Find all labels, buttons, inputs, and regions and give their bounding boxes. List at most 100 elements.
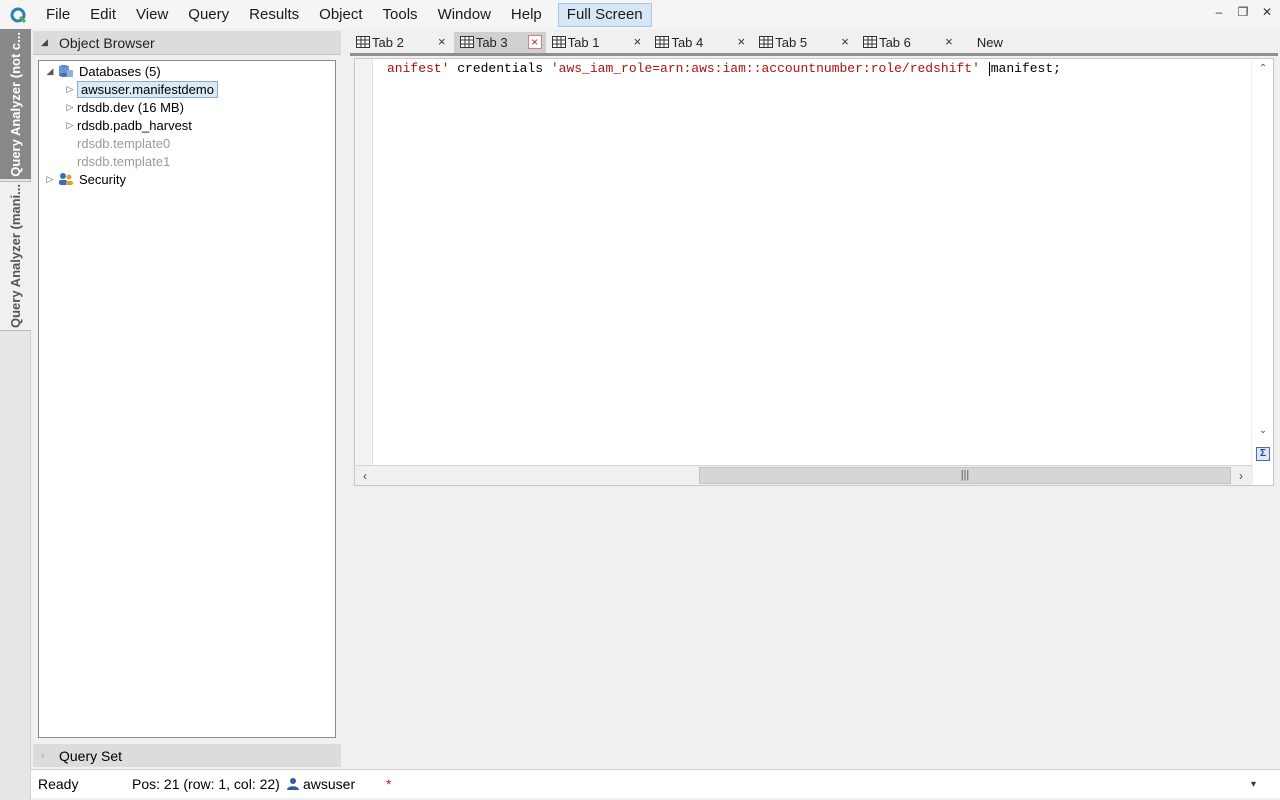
tab-4[interactable]: Tab 4 × xyxy=(649,32,753,53)
collapse-icon[interactable]: ◢ xyxy=(41,37,59,48)
table-icon xyxy=(551,36,566,48)
tab-label: Tab 1 xyxy=(567,34,600,50)
menu-file[interactable]: File xyxy=(36,3,80,27)
tree-node-databases[interactable]: ◢ Databases (5) xyxy=(43,62,161,80)
scroll-left-icon[interactable]: ‹ xyxy=(355,467,375,485)
tree-node-rdsdb-template0[interactable]: rdsdb.template0 xyxy=(77,134,170,152)
menu-bar: File Edit View Query Results Object Tool… xyxy=(0,0,1280,29)
horizontal-scrollbar[interactable]: ‹ ||| › xyxy=(355,465,1253,485)
scroll-up-icon[interactable]: ⌃ xyxy=(1256,63,1270,77)
status-bar: Ready Pos: 21 (row: 1, col: 22) awsuser … xyxy=(31,769,1280,798)
collapsed-arrow-icon[interactable]: ▷ xyxy=(63,120,77,131)
tab-label: Tab 6 xyxy=(879,34,911,50)
side-tab-label: Query Analyzer (not c... xyxy=(8,31,23,177)
tab-close-icon[interactable]: × xyxy=(733,34,749,50)
tree-node-rdsdb-template1[interactable]: rdsdb.template1 xyxy=(77,152,170,170)
tree-label: Security xyxy=(79,171,126,187)
collapsed-arrow-icon[interactable]: ▷ xyxy=(63,84,77,95)
collapsed-arrow-icon[interactable]: ▷ xyxy=(43,174,57,185)
side-tab-label: Query Analyzer (mani... xyxy=(8,183,23,328)
expanded-arrow-icon[interactable]: ◢ xyxy=(43,66,57,77)
code-keyword: credentials xyxy=(449,61,551,76)
menu-view[interactable]: View xyxy=(126,3,178,27)
sql-editor[interactable]: anifest' credentials 'aws_iam_role=arn:a… xyxy=(354,58,1274,486)
table-icon xyxy=(459,36,474,48)
table-icon xyxy=(356,36,370,48)
tab-2[interactable]: Tab 2 × xyxy=(350,32,454,53)
object-browser-tree: ◢ Databases (5) ▷ awsuser.manifestdemo ▷… xyxy=(38,60,336,738)
editor-gutter xyxy=(355,59,373,465)
vertical-scrollbar[interactable]: ⌃ ⌄ xyxy=(1251,59,1273,465)
tab-1[interactable]: Tab 1 × xyxy=(546,32,650,53)
side-tab-query-analyzer-2[interactable]: Query Analyzer (mani... xyxy=(0,181,31,331)
users-icon xyxy=(57,171,75,187)
collapsed-arrow-icon[interactable]: ▷ xyxy=(63,102,77,113)
side-tab-strip: Query Analyzer (not c... Query Analyzer … xyxy=(0,29,31,800)
tab-label: Tab 3 xyxy=(475,34,508,50)
tree-label: rdsdb.template0 xyxy=(77,135,171,151)
scroll-right-icon[interactable]: › xyxy=(1231,467,1251,485)
minimize-icon[interactable]: – xyxy=(1212,5,1226,19)
new-tab-button[interactable]: New xyxy=(961,32,1037,53)
code-line[interactable]: anifest' credentials 'aws_iam_role=arn:a… xyxy=(387,60,1061,78)
tab-close-icon[interactable]: × xyxy=(434,34,450,50)
user-icon xyxy=(287,778,299,790)
app-logo-icon xyxy=(0,0,36,29)
tab-close-icon[interactable]: × xyxy=(527,35,542,49)
menu-edit[interactable]: Edit xyxy=(80,3,126,27)
tree-label: rdsdb.padb_harvest xyxy=(77,117,192,133)
object-browser-title: Object Browser xyxy=(59,34,155,51)
tab-3[interactable]: Tab 3 × xyxy=(453,31,546,53)
status-username: awsuser xyxy=(303,776,356,792)
scroll-thumb[interactable]: ||| xyxy=(699,467,1231,484)
status-ready: Ready xyxy=(38,776,79,792)
status-user: awsuser xyxy=(286,776,386,792)
tree-label: Databases (5) xyxy=(79,63,161,79)
menu-help[interactable]: Help xyxy=(501,3,552,27)
tab-underline xyxy=(350,53,1278,56)
restore-icon[interactable]: ❐ xyxy=(1236,5,1250,19)
object-browser-header[interactable]: ◢ Object Browser xyxy=(33,31,341,55)
tree-label: rdsdb.template1 xyxy=(77,153,171,169)
database-icon xyxy=(57,63,75,79)
tab-close-icon[interactable]: × xyxy=(837,34,853,50)
side-tab-query-analyzer-1[interactable]: Query Analyzer (not c... xyxy=(0,29,31,179)
status-dropdown-icon[interactable]: ▾ xyxy=(1251,779,1256,790)
tab-label: Tab 4 xyxy=(671,34,704,50)
menu-results[interactable]: Results xyxy=(239,3,309,27)
tab-6[interactable]: Tab 6 × xyxy=(857,32,961,53)
tab-close-icon[interactable]: × xyxy=(629,34,645,50)
scroll-down-icon[interactable]: ⌄ xyxy=(1256,425,1270,439)
menu-object[interactable]: Object xyxy=(309,3,372,27)
code-string: 'aws_iam_role=arn:aws:iam::accountnumber… xyxy=(550,61,980,76)
code-keyword: manifest; xyxy=(990,61,1061,76)
query-set-title: Query Set xyxy=(59,747,123,764)
window-controls: – ❐ ✕ xyxy=(1212,5,1274,19)
tree-node-security[interactable]: ▷ Security xyxy=(43,170,126,188)
tree-label: rdsdb.dev (16 MB) xyxy=(77,99,184,115)
query-set-header[interactable]: › Query Set xyxy=(33,744,341,767)
text-caret xyxy=(988,61,990,76)
summary-icon[interactable]: Σ xyxy=(1256,447,1270,461)
table-icon xyxy=(655,36,670,48)
status-position: Pos: 21 (row: 1, col: 22) xyxy=(132,776,280,792)
tab-5[interactable]: Tab 5 × xyxy=(753,32,857,53)
tab-label: Tab 2 xyxy=(372,34,404,50)
tree-node-awsuser-manifestdemo[interactable]: ▷ awsuser.manifestdemo xyxy=(63,80,218,98)
menu-window[interactable]: Window xyxy=(428,3,501,27)
table-icon xyxy=(863,36,878,48)
table-icon xyxy=(759,36,774,48)
tree-node-rdsdb-dev[interactable]: ▷ rdsdb.dev (16 MB) xyxy=(63,98,184,116)
tab-label: Tab 5 xyxy=(775,34,808,50)
menu-tools[interactable]: Tools xyxy=(373,3,428,27)
tab-close-icon[interactable]: × xyxy=(941,34,957,50)
tree-label: awsuser.manifestdemo xyxy=(77,80,218,98)
modified-indicator: * xyxy=(386,776,392,792)
menu-query[interactable]: Query xyxy=(178,3,239,27)
expand-icon[interactable]: › xyxy=(41,750,59,761)
close-icon[interactable]: ✕ xyxy=(1260,5,1274,19)
fullscreen-button[interactable]: Full Screen xyxy=(557,2,652,27)
tree-node-rdsdb-padb-harvest[interactable]: ▷ rdsdb.padb_harvest xyxy=(63,116,192,134)
query-tab-strip: Tab 2 × Tab 3 × Tab 1 × Tab 4 × Tab 5 × … xyxy=(350,31,1280,53)
